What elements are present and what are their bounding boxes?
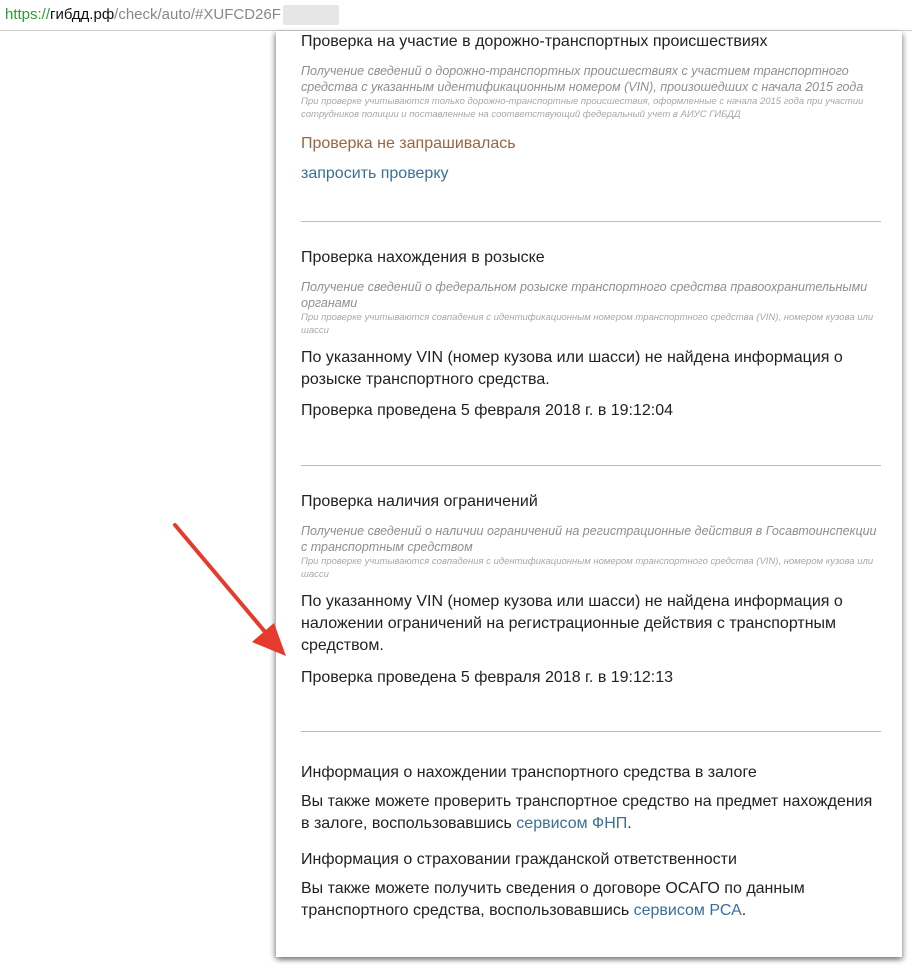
address-bar[interactable]: https://гибдд.рф/check/auto/#XUFCD26F xyxy=(0,0,912,31)
check-result: По указанному VIN (номер кузова или шасс… xyxy=(301,349,843,388)
divider xyxy=(301,465,881,466)
red-arrow-annotation xyxy=(173,523,286,656)
section-title: Проверка на участие в дорожно-транспортн… xyxy=(301,33,768,50)
section-title: Информация о страховании гражданской отв… xyxy=(301,851,737,868)
section-title: Проверка наличия ограничений xyxy=(301,493,538,510)
section-description: Получение сведений о дорожно-транспортны… xyxy=(301,64,864,94)
section-wanted: Проверка нахождения в розыске Получение … xyxy=(301,249,881,422)
check-status: Проверка не запрашивалась xyxy=(301,135,516,152)
section-description: Получение сведений о федеральном розыске… xyxy=(301,280,868,310)
section-note: При проверке учитываются только дорожно-… xyxy=(301,96,864,120)
section-restrictions: Проверка наличия ограничений Получение с… xyxy=(301,493,881,689)
check-results-panel: Проверка на участие в дорожно-транспортн… xyxy=(276,31,902,957)
fnp-service-link[interactable]: сервисом ФНП xyxy=(516,815,627,832)
rsa-service-link[interactable]: сервисом РСА xyxy=(634,902,742,919)
section-pledge: Информация о нахождении транспортного ср… xyxy=(301,764,881,835)
section-note: При проверке учитываются совпадения с ид… xyxy=(301,556,874,580)
check-timestamp: Проверка проведена 5 февраля 2018 г. в 1… xyxy=(301,402,674,419)
divider xyxy=(301,221,881,222)
pledge-info-text: Вы также можете проверить транспортное с… xyxy=(301,791,881,835)
section-insurance: Информация о страховании гражданской отв… xyxy=(301,851,881,922)
section-description: Получение сведений о наличии ограничений… xyxy=(301,524,877,554)
check-timestamp: Проверка проведена 5 февраля 2018 г. в 1… xyxy=(301,669,674,686)
url-protocol: https:// xyxy=(5,6,51,23)
redacted-url-part xyxy=(282,5,339,26)
section-dtp: Проверка на участие в дорожно-транспортн… xyxy=(301,33,881,185)
insurance-text-end: . xyxy=(741,902,747,919)
check-result: По указанному VIN (номер кузова или шасс… xyxy=(301,593,843,654)
url-path: /check/auto/#XUFCD26F xyxy=(114,6,281,23)
insurance-info-text: Вы также можете получить сведения о дого… xyxy=(301,878,881,922)
section-note: При проверке учитываются совпадения с ид… xyxy=(301,312,874,336)
pledge-text-end: . xyxy=(627,815,632,832)
request-check-link[interactable]: запросить проверку xyxy=(301,165,449,182)
section-title: Проверка нахождения в розыске xyxy=(301,249,545,266)
url-host: гибдд.рф xyxy=(50,6,115,23)
divider xyxy=(301,731,881,732)
section-title: Информация о нахождении транспортного ср… xyxy=(301,764,757,781)
